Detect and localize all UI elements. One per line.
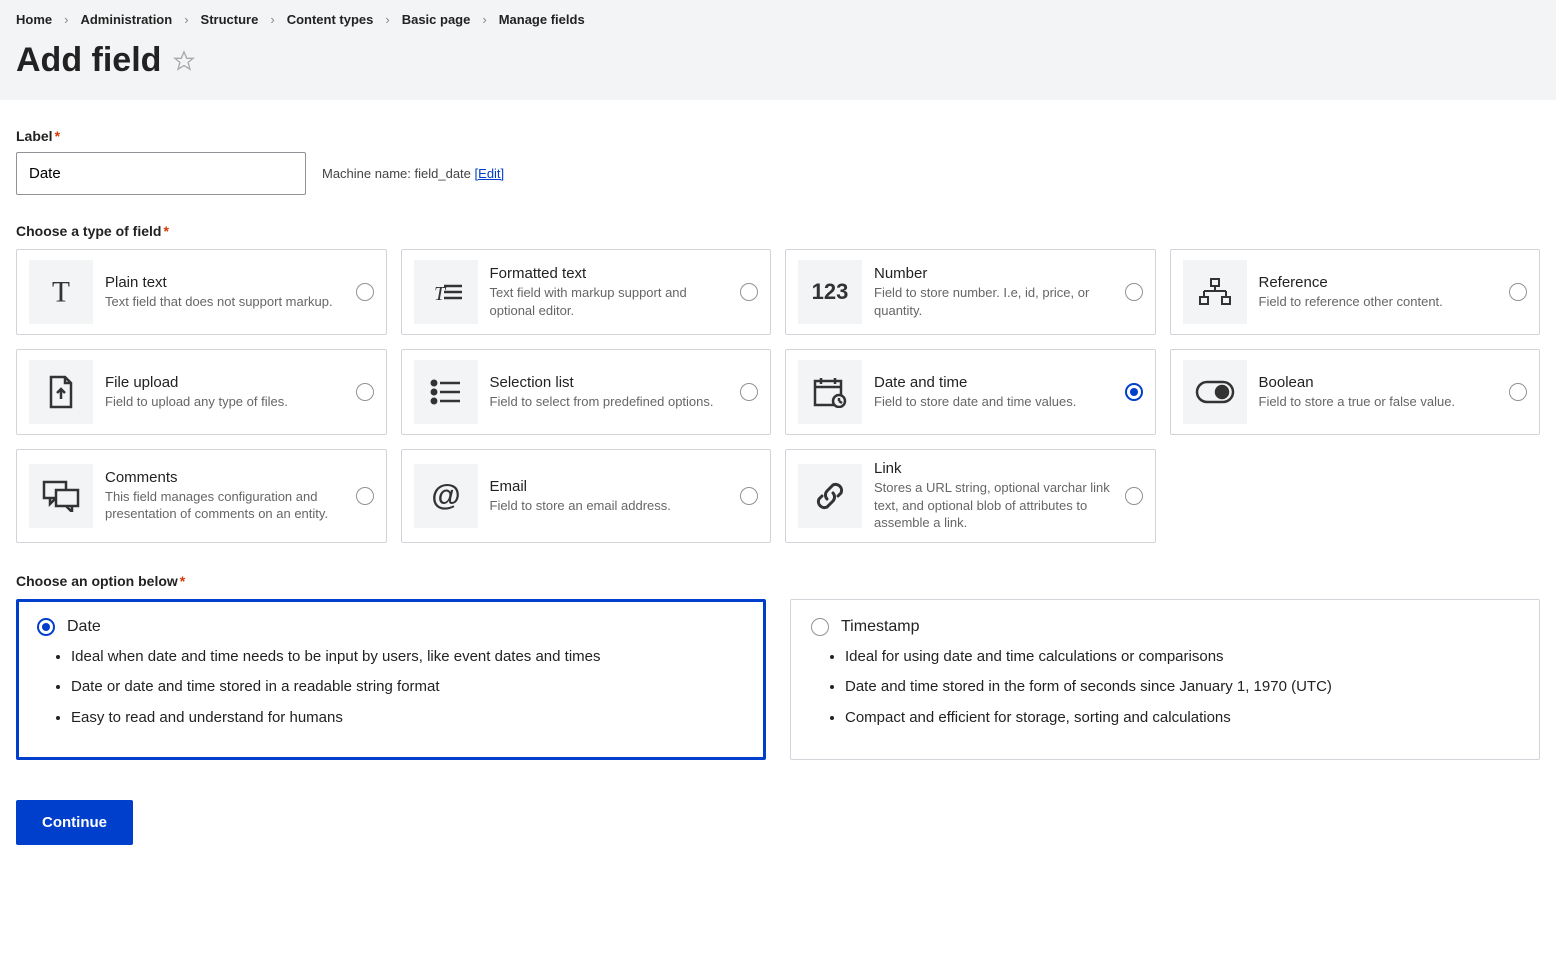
- field-type-radio[interactable]: [356, 383, 374, 401]
- field-type-file_upload[interactable]: File upload Field to upload any type of f…: [16, 349, 387, 435]
- field-type-desc: Field to store an email address.: [490, 497, 729, 515]
- chevron-right-icon: ›: [270, 12, 274, 27]
- field-type-boolean[interactable]: Boolean Field to store a true or false va…: [1170, 349, 1541, 435]
- field-type-comments[interactable]: Comments This field manages configuration…: [16, 449, 387, 543]
- continue-button[interactable]: Continue: [16, 800, 133, 845]
- field-type-title: Selection list: [490, 374, 729, 391]
- field-type-title: File upload: [105, 374, 344, 391]
- field-type-email[interactable]: @ Email Field to store an email address.: [401, 449, 772, 543]
- field-type-desc: Field to store number. I.e, id, price, o…: [874, 284, 1113, 319]
- option-radio[interactable]: [811, 618, 829, 636]
- chevron-right-icon: ›: [385, 12, 389, 27]
- field-type-grid: T Plain text Text field that does not supp…: [16, 249, 1540, 543]
- boolean-icon: [1183, 360, 1247, 424]
- reference-icon: [1183, 260, 1247, 324]
- breadcrumb-link[interactable]: Manage fields: [499, 12, 585, 27]
- option-heading: Choose an option below*: [16, 573, 1540, 589]
- option-bullets: Ideal when date and time needs to be inp…: [37, 646, 745, 730]
- chevron-right-icon: ›: [184, 12, 188, 27]
- svg-text:T: T: [52, 276, 70, 308]
- breadcrumb-link[interactable]: Basic page: [402, 12, 471, 27]
- option-radio[interactable]: [37, 618, 55, 636]
- field-type-link[interactable]: Link Stores a URL string, optional varcha…: [785, 449, 1156, 543]
- date_time-icon: [798, 360, 862, 424]
- machine-name-text: Machine name: field_date [Edit]: [322, 166, 504, 181]
- field-type-radio[interactable]: [740, 487, 758, 505]
- comments-icon: [29, 464, 93, 528]
- svg-text:@: @: [431, 479, 460, 512]
- field-type-selection_list[interactable]: Selection list Field to select from prede…: [401, 349, 772, 435]
- option-title: Date: [67, 618, 101, 636]
- field-type-title: Date and time: [874, 374, 1113, 391]
- breadcrumb-link[interactable]: Content types: [287, 12, 374, 27]
- field-type-desc: Field to reference other content.: [1259, 293, 1498, 311]
- option-bullet: Easy to read and understand for humans: [71, 707, 745, 730]
- page-title: Add field: [16, 41, 161, 80]
- option-bullet: Compact and efficient for storage, sorti…: [845, 707, 1519, 730]
- selection_list-icon: [414, 360, 478, 424]
- option-bullet: Ideal when date and time needs to be inp…: [71, 646, 745, 669]
- field-type-desc: Text field that does not support markup.: [105, 293, 344, 311]
- field-type-radio[interactable]: [1509, 383, 1527, 401]
- option-bullets: Ideal for using date and time calculatio…: [811, 646, 1519, 730]
- field-type-radio[interactable]: [1125, 383, 1143, 401]
- chevron-right-icon: ›: [482, 12, 486, 27]
- field-type-radio[interactable]: [740, 383, 758, 401]
- file_upload-icon: [29, 360, 93, 424]
- option-bullet: Ideal for using date and time calculatio…: [845, 646, 1519, 669]
- field-type-desc: Field to upload any type of files.: [105, 393, 344, 411]
- field-type-title: Reference: [1259, 274, 1498, 291]
- field-type-desc: Text field with markup support and optio…: [490, 284, 729, 319]
- field-type-date_time[interactable]: Date and time Field to store date and tim…: [785, 349, 1156, 435]
- option-bullet: Date or date and time stored in a readab…: [71, 676, 745, 699]
- star-icon[interactable]: [173, 50, 195, 72]
- field-type-desc: Field to store a true or false value.: [1259, 393, 1498, 411]
- machine-name-edit-link[interactable]: [Edit]: [475, 166, 505, 181]
- field-type-reference[interactable]: Reference Field to reference other conten…: [1170, 249, 1541, 335]
- field-type-title: Comments: [105, 469, 344, 486]
- breadcrumb-link[interactable]: Administration: [80, 12, 172, 27]
- plain_text-icon: T: [29, 260, 93, 324]
- field-type-radio[interactable]: [1125, 487, 1143, 505]
- field-type-radio[interactable]: [356, 487, 374, 505]
- field-type-heading: Choose a type of field*: [16, 223, 1540, 239]
- option-title: Timestamp: [841, 618, 920, 636]
- field-type-desc: Field to store date and time values.: [874, 393, 1113, 411]
- field-type-title: Link: [874, 460, 1113, 477]
- field-type-desc: Field to select from predefined options.: [490, 393, 729, 411]
- option-grid: Date Ideal when date and time needs to be…: [16, 599, 1540, 761]
- field-type-radio[interactable]: [740, 283, 758, 301]
- svg-text:123: 123: [812, 279, 849, 304]
- email-icon: @: [414, 464, 478, 528]
- breadcrumb-link[interactable]: Structure: [201, 12, 259, 27]
- formatted_text-icon: T: [414, 260, 478, 324]
- field-type-title: Formatted text: [490, 265, 729, 282]
- field-type-radio[interactable]: [1509, 283, 1527, 301]
- field-type-title: Plain text: [105, 274, 344, 291]
- field-type-radio[interactable]: [1125, 283, 1143, 301]
- field-type-title: Email: [490, 478, 729, 495]
- field-type-plain_text[interactable]: T Plain text Text field that does not supp…: [16, 249, 387, 335]
- field-type-title: Boolean: [1259, 374, 1498, 391]
- number-icon: 123: [798, 260, 862, 324]
- label-input[interactable]: [16, 152, 306, 195]
- label-field-label: Label*: [16, 128, 1540, 144]
- field-type-formatted_text[interactable]: T Formatted text Text field with markup su…: [401, 249, 772, 335]
- option-timestamp[interactable]: Timestamp Ideal for using date and time c…: [790, 599, 1540, 761]
- option-date[interactable]: Date Ideal when date and time needs to be…: [16, 599, 766, 761]
- field-type-desc: Stores a URL string, optional varchar li…: [874, 479, 1113, 532]
- breadcrumb: Home › Administration › Structure › Content ty…: [16, 12, 1540, 27]
- field-type-title: Number: [874, 265, 1113, 282]
- field-type-number[interactable]: 123 Number Field to store number. I.e, id,…: [785, 249, 1156, 335]
- chevron-right-icon: ›: [64, 12, 68, 27]
- field-type-radio[interactable]: [356, 283, 374, 301]
- field-type-desc: This field manages configuration and pre…: [105, 488, 344, 523]
- link-icon: [798, 464, 862, 528]
- option-bullet: Date and time stored in the form of seco…: [845, 676, 1519, 699]
- breadcrumb-link[interactable]: Home: [16, 12, 52, 27]
